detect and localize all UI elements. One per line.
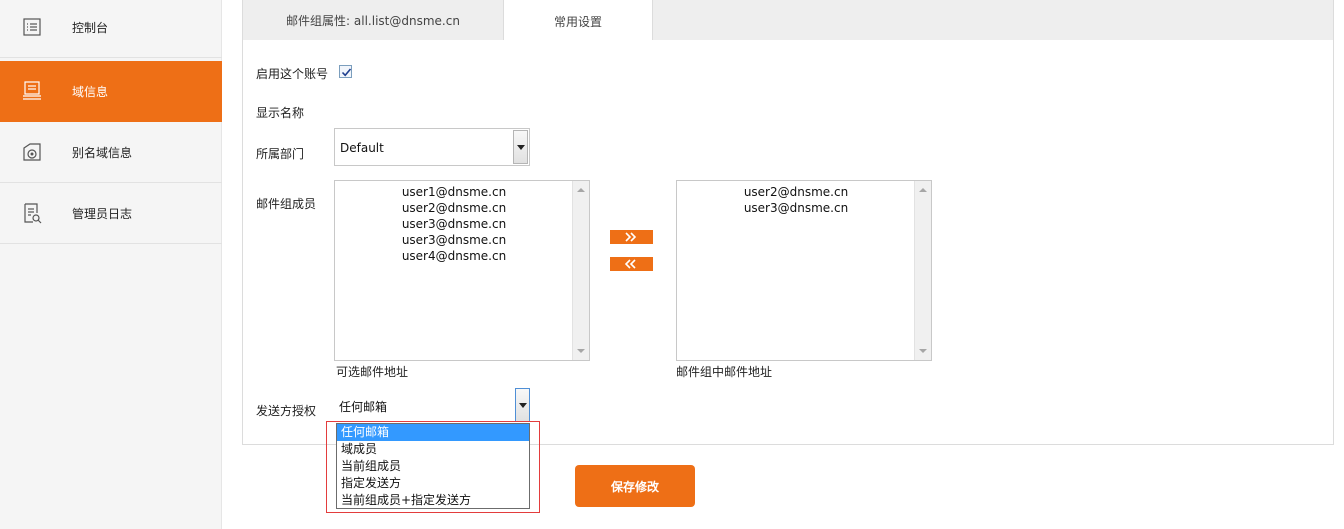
scroll-up-icon[interactable] [577, 186, 585, 194]
list-icon [20, 15, 44, 39]
scroll-up-icon[interactable] [919, 186, 927, 194]
sidebar-item-domain-info[interactable]: 域信息 [0, 61, 222, 122]
enable-account-checkbox[interactable] [339, 65, 352, 78]
sender-auth-select[interactable]: 任何邮箱 [334, 388, 530, 422]
scrollbar[interactable] [914, 181, 931, 360]
sidebar-item-label: 控制台 [72, 20, 109, 35]
sidebar-item-label: 管理员日志 [72, 206, 133, 221]
sidebar-item-alias-domain[interactable]: 别名域信息 [0, 122, 222, 183]
sidebar-item-label: 域信息 [72, 84, 109, 99]
dropdown-option[interactable]: 当前组成员 [337, 458, 529, 475]
tab-bar: 邮件组属性: all.list@dnsme.cn 常用设置 [242, 0, 1334, 42]
group-address-list[interactable]: user2@dnsme.cn user3@dnsme.cn [676, 180, 932, 361]
dropdown-option[interactable]: 指定发送方 [337, 475, 529, 492]
double-chevron-left-icon [624, 259, 636, 269]
double-chevron-right-icon [625, 232, 637, 242]
dropdown-option[interactable]: 任何邮箱 [337, 424, 529, 441]
list-item[interactable]: user2@dnsme.cn [335, 200, 573, 216]
scroll-down-icon[interactable] [577, 347, 585, 355]
list-item[interactable]: user2@dnsme.cn [677, 184, 915, 200]
department-select[interactable]: Default [334, 128, 530, 166]
checkmark-icon [341, 68, 352, 77]
department-label: 所属部门 [256, 147, 305, 161]
chevron-down-icon[interactable] [515, 388, 530, 422]
sidebar-item-admin-log[interactable]: 管理员日志 [0, 183, 222, 244]
list-item[interactable]: user3@dnsme.cn [677, 200, 915, 216]
enable-account-label: 启用这个账号 [256, 67, 329, 81]
dropdown-option[interactable]: 当前组成员+指定发送方 [337, 492, 529, 509]
sidebar-item-console[interactable]: 控制台 [0, 0, 222, 58]
camera-icon [20, 140, 44, 164]
scrollbar[interactable] [572, 181, 589, 360]
members-label: 邮件组成员 [256, 197, 317, 211]
tab-common-settings[interactable]: 常用设置 [503, 0, 653, 42]
tab-group-properties[interactable]: 邮件组属性: all.list@dnsme.cn [243, 0, 503, 41]
list-item[interactable]: user1@dnsme.cn [335, 184, 573, 200]
sender-auth-label: 发送方授权 [256, 404, 317, 418]
available-address-list[interactable]: user1@dnsme.cn user2@dnsme.cn user3@dnsm… [334, 180, 590, 361]
layers-icon [20, 79, 44, 103]
display-name-label: 显示名称 [256, 106, 305, 120]
sidebar: 控制台 域信息 别名域信息 管理员日志 [0, 0, 222, 529]
list-item[interactable]: user4@dnsme.cn [335, 248, 573, 264]
available-caption: 可选邮件地址 [336, 365, 409, 379]
group-caption: 邮件组中邮件地址 [676, 365, 773, 379]
sidebar-item-label: 别名域信息 [72, 145, 133, 160]
add-member-button[interactable] [610, 230, 653, 244]
sender-auth-dropdown[interactable]: 任何邮箱 域成员 当前组成员 指定发送方 当前组成员+指定发送方 [336, 423, 530, 509]
list-item[interactable]: user3@dnsme.cn [335, 216, 573, 232]
sender-auth-value: 任何邮箱 [339, 400, 388, 414]
dropdown-option[interactable]: 域成员 [337, 441, 529, 458]
save-button[interactable]: 保存修改 [575, 465, 695, 507]
chevron-down-icon[interactable] [513, 130, 528, 164]
log-search-icon [20, 201, 44, 225]
remove-member-button[interactable] [610, 257, 653, 271]
scroll-down-icon[interactable] [919, 347, 927, 355]
list-item[interactable]: user3@dnsme.cn [335, 232, 573, 248]
department-value: Default [340, 141, 384, 155]
